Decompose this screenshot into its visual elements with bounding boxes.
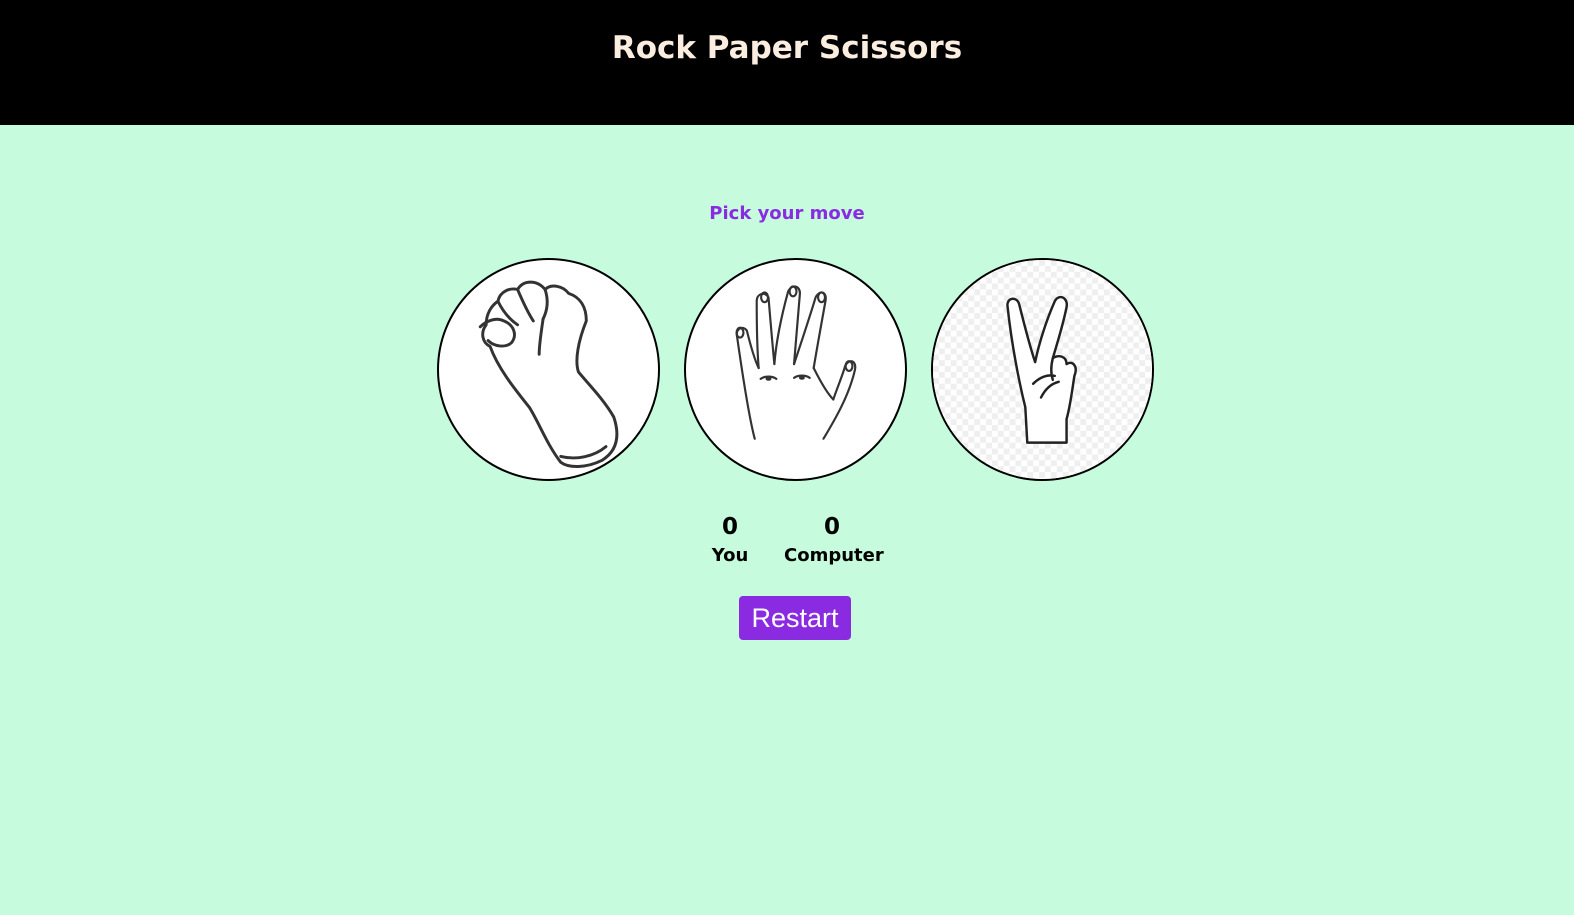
page-title: Rock Paper Scissors xyxy=(611,30,963,66)
computer-score-label: Computer xyxy=(784,545,884,566)
app-header: Rock Paper Scissors xyxy=(0,0,1574,125)
paper-choice-button[interactable] xyxy=(684,258,907,481)
rock-choice-button[interactable] xyxy=(437,258,660,481)
scissors-choice-button[interactable] xyxy=(931,258,1154,481)
peace-sign-icon xyxy=(933,260,1152,479)
user-score-value: 0 xyxy=(721,514,738,540)
open-hand-icon xyxy=(735,285,857,440)
pick-move-prompt: Pick your move xyxy=(709,203,865,224)
computer-score-value: 0 xyxy=(823,514,840,540)
fist-icon xyxy=(478,280,619,468)
computer-score: 0 Computer xyxy=(784,512,884,570)
restart-button[interactable]: Restart xyxy=(739,596,851,640)
user-score: 0 You xyxy=(700,512,760,570)
user-score-label: You xyxy=(711,545,749,566)
